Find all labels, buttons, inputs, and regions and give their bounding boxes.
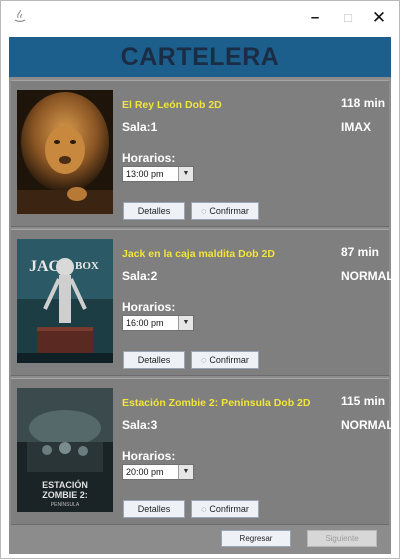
confirm-icon: ◌ (201, 504, 207, 514)
confirm-button-label: Confirmar (209, 206, 249, 216)
movie-format: NORMAL (341, 418, 394, 432)
schedule-label: Horarios: (122, 151, 176, 165)
schedule-select[interactable]: 13:00 pm ▼ (122, 166, 194, 182)
close-button[interactable]: ✕ (366, 7, 392, 29)
movie-title: Estación Zombie 2: Península Dob 2D (122, 397, 311, 409)
confirm-button[interactable]: ◌ Confirmar (191, 500, 259, 518)
chevron-down-icon[interactable]: ▼ (178, 465, 193, 479)
movie-poster-2: JACK BOX (17, 239, 113, 363)
schedule-select-value: 20:00 pm (126, 467, 164, 477)
movie-duration: 118 min (341, 96, 386, 110)
confirm-button[interactable]: ◌ Confirmar (191, 202, 259, 220)
schedule-label: Horarios: (122, 449, 176, 463)
svg-text:ZOMBIE 2:: ZOMBIE 2: (42, 490, 88, 500)
minimize-button[interactable]: – (302, 7, 328, 29)
svg-text:PENÍNSULA: PENÍNSULA (51, 501, 80, 508)
movie-title: El Rey León Dob 2D (122, 99, 222, 111)
svg-text:ESTACIÓN: ESTACIÓN (42, 479, 88, 490)
schedule-label: Horarios: (122, 300, 176, 314)
app-window: – □ ✕ CARTELERA El Rey León Dob 2D 118 m… (0, 0, 400, 559)
movie-poster-3: ESTACIÓN ZOMBIE 2: PENÍNSULA (17, 388, 113, 512)
next-button[interactable]: Siguiente (307, 530, 377, 547)
movie-card-2: JACK BOX Jack en la caja maldita Dob 2D … (11, 229, 394, 376)
movie-room: Sala:1 (122, 120, 158, 134)
chevron-down-icon[interactable]: ▼ (178, 316, 193, 330)
movie-room: Sala:3 (122, 418, 158, 432)
schedule-select[interactable]: 16:00 pm ▼ (122, 315, 194, 331)
java-app-icon (14, 10, 26, 23)
movie-title: Jack en la caja maldita Dob 2D (122, 248, 275, 260)
confirm-button[interactable]: ◌ Confirmar (191, 351, 259, 369)
confirm-icon: ◌ (201, 206, 207, 216)
confirm-button-label: Confirmar (209, 504, 249, 514)
movie-duration: 87 min (341, 245, 380, 259)
movie-card-3: ESTACIÓN ZOMBIE 2: PENÍNSULA Estación Zo… (11, 378, 394, 525)
back-button[interactable]: Regresar (221, 530, 291, 547)
schedule-select-value: 16:00 pm (126, 318, 164, 328)
movie-room: Sala:2 (122, 269, 158, 283)
movie-card-1: El Rey León Dob 2D 118 min Sala:1 IMAX H… (11, 80, 389, 227)
details-button[interactable]: Detalles (123, 351, 185, 369)
chevron-down-icon[interactable]: ▼ (178, 167, 193, 181)
svg-text:BOX: BOX (75, 260, 99, 272)
confirm-icon: ◌ (201, 355, 207, 365)
schedule-select-value: 13:00 pm (126, 169, 164, 179)
movie-format: NORMAL (341, 269, 394, 283)
details-button[interactable]: Detalles (123, 500, 185, 518)
schedule-select[interactable]: 20:00 pm ▼ (122, 464, 194, 480)
title-bar: – □ ✕ (1, 1, 399, 35)
page-title: CARTELERA (9, 37, 391, 77)
maximize-button[interactable]: □ (335, 7, 361, 29)
movie-format: IMAX (341, 120, 371, 134)
movie-poster-1 (17, 90, 113, 214)
movie-duration: 115 min (341, 394, 386, 408)
billboard-panel: CARTELERA El Rey León Dob 2D 118 min Sal… (9, 37, 394, 554)
details-button[interactable]: Detalles (123, 202, 185, 220)
confirm-button-label: Confirmar (209, 355, 249, 365)
